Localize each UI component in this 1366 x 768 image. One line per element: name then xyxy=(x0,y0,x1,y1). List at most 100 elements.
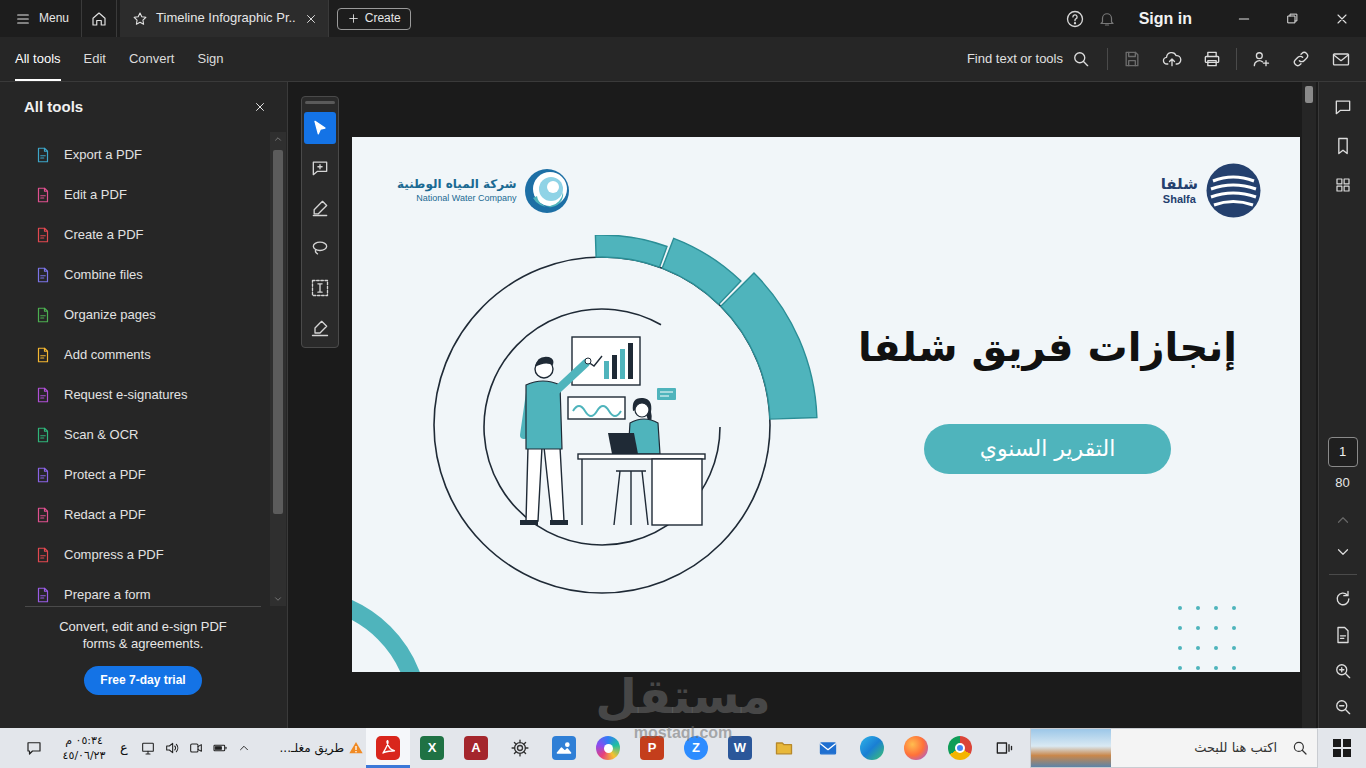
clock[interactable]: ٠٥:٣٤ م٤٥/٠٦/٢٣ xyxy=(56,733,112,763)
upload-button[interactable] xyxy=(1152,41,1192,77)
create-button[interactable]: Create xyxy=(337,8,411,30)
taskbar-search[interactable]: اكتب هنا للبحث xyxy=(1030,728,1318,768)
link-button[interactable] xyxy=(1281,41,1321,77)
drag-handle[interactable] xyxy=(305,101,335,104)
news-widget[interactable]: طريق مغلـ... xyxy=(256,728,366,768)
sidebar-item[interactable]: Create a PDF xyxy=(0,215,262,255)
search-button[interactable] xyxy=(1063,41,1099,77)
page-number-field[interactable]: 1 xyxy=(1328,437,1358,467)
page-display-button[interactable] xyxy=(1325,617,1361,653)
taskbar-app[interactable] xyxy=(894,728,938,768)
quick-tool[interactable] xyxy=(304,112,336,144)
tool-icon xyxy=(34,546,52,564)
toolbar-tab[interactable]: Sign xyxy=(197,37,223,81)
rotate-button[interactable] xyxy=(1325,581,1361,617)
restore-button[interactable] xyxy=(1268,0,1317,37)
sidebar-item[interactable]: Scan & OCR xyxy=(0,415,262,455)
toolbar: All tools Edit Convert Sign Find text or too… xyxy=(0,37,1366,82)
tool-icon xyxy=(34,506,52,524)
taskbar-app[interactable] xyxy=(938,728,982,768)
taskbar-app[interactable]: X xyxy=(410,728,454,768)
home-button[interactable] xyxy=(81,0,117,37)
dot xyxy=(1214,646,1218,650)
notifications-button[interactable] xyxy=(1091,0,1123,37)
hamburger-icon xyxy=(15,11,31,27)
zoom-out-icon xyxy=(1333,697,1353,717)
taskbar-app[interactable] xyxy=(982,728,1026,768)
down-arrow-icon xyxy=(273,594,283,604)
battery-tray[interactable] xyxy=(208,728,232,768)
taskbar-app[interactable]: A xyxy=(454,728,498,768)
document-scrollbar[interactable] xyxy=(1302,82,1316,728)
page-header: شركة المياه الوطنيةNational Water Compan… xyxy=(352,137,1300,219)
taskbar-app[interactable] xyxy=(762,728,806,768)
sidebar-item[interactable]: Compress a PDF xyxy=(0,535,262,575)
mail-button[interactable] xyxy=(1321,41,1361,77)
taskbar-app[interactable] xyxy=(806,728,850,768)
previous-page-button[interactable] xyxy=(1327,504,1359,536)
sidebar-item[interactable]: Protect a PDF xyxy=(0,455,262,495)
share-button[interactable] xyxy=(1241,41,1281,77)
bookmarks-button[interactable] xyxy=(1325,128,1361,164)
scroll-down[interactable] xyxy=(273,592,283,606)
minimize-button[interactable] xyxy=(1219,0,1268,37)
update-tray[interactable] xyxy=(136,728,160,768)
zoom-out-button[interactable] xyxy=(1325,689,1361,725)
help-button[interactable] xyxy=(1059,0,1091,37)
hidden-icons-button[interactable] xyxy=(232,728,256,768)
sidebar-item[interactable]: Add comments xyxy=(0,335,262,375)
print-button[interactable] xyxy=(1192,41,1232,77)
camera-icon xyxy=(188,740,204,756)
trial-button[interactable]: Free 7-day trial xyxy=(84,666,201,695)
sign-in-button[interactable]: Sign in xyxy=(1123,9,1219,29)
notification-button[interactable] xyxy=(12,728,56,768)
meet-tray[interactable] xyxy=(184,728,208,768)
zoom-in-button[interactable] xyxy=(1325,653,1361,689)
toolbar-tab[interactable]: All tools xyxy=(15,37,61,81)
scroll-thumb[interactable] xyxy=(273,150,283,514)
bookmark-icon xyxy=(1333,136,1353,156)
panel-scrollbar[interactable] xyxy=(270,132,286,606)
taskbar-app[interactable]: Z xyxy=(674,728,718,768)
taskbar-app[interactable] xyxy=(850,728,894,768)
close-button[interactable] xyxy=(1317,0,1366,37)
save-button[interactable] xyxy=(1112,41,1152,77)
taskbar-app[interactable]: W xyxy=(718,728,762,768)
separator xyxy=(1236,48,1237,70)
taskbar-app[interactable] xyxy=(586,728,630,768)
sidebar-item[interactable]: Organize pages xyxy=(0,295,262,335)
sidebar-item[interactable]: Edit a PDF xyxy=(0,175,262,215)
scroll-thumb[interactable] xyxy=(1305,86,1313,103)
taskbar-app[interactable]: P xyxy=(630,728,674,768)
quick-tool[interactable] xyxy=(304,272,336,304)
start-button[interactable] xyxy=(1318,728,1366,768)
sidebar-item[interactable]: Redact a PDF xyxy=(0,495,262,535)
document-tab[interactable]: Timeline Infographic Pr.. xyxy=(120,0,329,37)
taskbar-app[interactable] xyxy=(542,728,586,768)
menu-button[interactable]: Menu xyxy=(0,0,81,37)
toolbar-tab[interactable]: Convert xyxy=(129,37,175,81)
print-icon xyxy=(1202,49,1222,69)
sidebar-item[interactable]: Export a PDF xyxy=(0,135,262,175)
next-page-button[interactable] xyxy=(1327,536,1359,568)
comments-button[interactable] xyxy=(1325,89,1361,125)
toolbar-tab[interactable]: Edit xyxy=(84,37,106,81)
sidebar-item[interactable]: Prepare a form xyxy=(0,575,262,606)
scroll-up[interactable] xyxy=(273,132,283,146)
sidebar-item[interactable]: Request e-signatures xyxy=(0,375,262,415)
thumbnails-button[interactable] xyxy=(1325,167,1361,203)
input-language[interactable]: ع xyxy=(112,740,136,756)
quick-tool[interactable] xyxy=(304,152,336,184)
sidebar-item[interactable]: Combine files xyxy=(0,255,262,295)
volume-tray[interactable] xyxy=(160,728,184,768)
watermark-text: مستقل xyxy=(595,668,771,724)
taskbar-app[interactable] xyxy=(498,728,542,768)
quick-tool[interactable] xyxy=(304,232,336,264)
restore-icon xyxy=(1285,11,1300,26)
quick-tool[interactable] xyxy=(304,192,336,224)
brand-name-en: Shalfa xyxy=(1163,193,1196,206)
quick-tool[interactable] xyxy=(304,312,336,344)
taskbar-app[interactable] xyxy=(366,728,410,768)
find-label[interactable]: Find text or tools xyxy=(967,51,1063,67)
close-panel-button[interactable] xyxy=(253,100,267,114)
